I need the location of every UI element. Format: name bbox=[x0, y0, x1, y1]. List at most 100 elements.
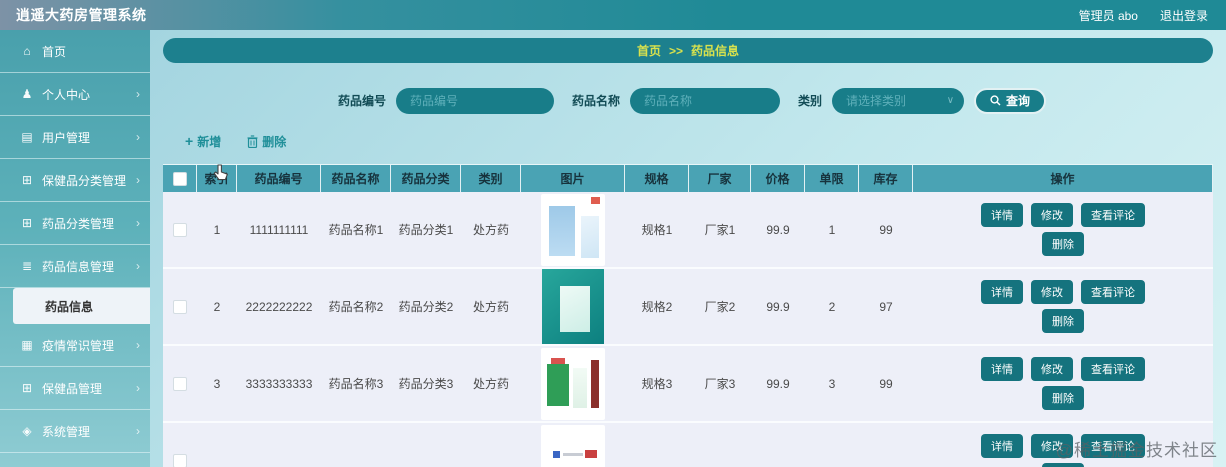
app-title: 逍遥大药房管理系统 bbox=[16, 7, 147, 23]
delete-button[interactable]: 删除 bbox=[1042, 386, 1084, 410]
category-select[interactable]: 请选择类别 ∨ bbox=[832, 87, 965, 114]
search-icon bbox=[990, 95, 1001, 106]
delete-button[interactable]: 删除 bbox=[1042, 232, 1084, 256]
sidebar-item[interactable]: ▤ 用户管理 bbox=[0, 116, 150, 159]
chevron-down-icon: ∨ bbox=[946, 95, 955, 106]
detail-button[interactable]: 详情 bbox=[981, 434, 1023, 458]
card-icon: ▤ bbox=[21, 130, 33, 144]
column-header: 单限 bbox=[805, 165, 859, 192]
user-icon: ♟ bbox=[21, 87, 33, 101]
top-bar: 逍遥大药房管理系统 管理员 abo 退出登录 bbox=[0, 0, 1226, 30]
sidebar-item-wrap: ⊞ 药品分类管理 bbox=[0, 202, 150, 245]
home-icon: ⌂ bbox=[23, 44, 31, 58]
product-image bbox=[541, 193, 605, 266]
detail-button[interactable]: 详情 bbox=[981, 280, 1023, 304]
row-checkbox[interactable] bbox=[173, 222, 187, 237]
column-header: 药品编号 bbox=[237, 165, 321, 192]
sidebar-item-label: 用户管理 bbox=[42, 130, 91, 145]
logout-link[interactable]: 退出登录 bbox=[1160, 7, 1208, 24]
sidebar-item[interactable]: ⊞ 保健品分类管理 bbox=[0, 159, 150, 202]
cell-drug-code bbox=[237, 423, 321, 467]
sidebar-item-label: 个人中心 bbox=[42, 87, 91, 102]
add-button[interactable]: + 新增 bbox=[185, 133, 221, 150]
table-row: 2 2222222222 药品名称2 药品分类2 处方药 规格2 厂家2 99.… bbox=[163, 269, 1213, 346]
breadcrumb-current: 药品信息 bbox=[691, 44, 740, 58]
cell-drug-name: 药品名称1 bbox=[328, 223, 384, 237]
chevron-right-icon bbox=[136, 216, 140, 230]
view-comments-button[interactable]: 查看评论 bbox=[1081, 203, 1145, 227]
drug-code-input[interactable] bbox=[395, 87, 554, 114]
delete-button[interactable]: 删除 bbox=[1042, 309, 1084, 333]
row-checkbox[interactable] bbox=[173, 299, 187, 314]
column-header: 库存 bbox=[859, 165, 913, 192]
sidebar-item[interactable]: ▦ 疫情常识管理 bbox=[0, 324, 150, 367]
product-image bbox=[541, 347, 605, 420]
grid-icon: ⊞ bbox=[21, 173, 33, 187]
cell-drug-name bbox=[321, 423, 391, 467]
cell-index: 3 bbox=[213, 376, 221, 391]
chevron-right-icon bbox=[136, 424, 140, 438]
product-image bbox=[541, 424, 605, 467]
breadcrumb-separator: >> bbox=[668, 43, 683, 58]
sidebar-item[interactable]: ♟ 个人中心 bbox=[0, 73, 150, 116]
cell-spec: 规格1 bbox=[641, 223, 673, 237]
select-all-checkbox[interactable] bbox=[172, 171, 187, 186]
detail-button[interactable]: 详情 bbox=[981, 357, 1023, 381]
table-toolbar: + 新增 删除 bbox=[185, 130, 1226, 152]
cell-drug-category: 药品分类1 bbox=[398, 223, 454, 237]
column-header: 厂家 bbox=[689, 165, 751, 192]
chevron-right-icon bbox=[136, 173, 140, 187]
cell-price: 99.9 bbox=[766, 376, 790, 391]
column-header: 价格 bbox=[751, 165, 805, 192]
sidebar-submenu: 药品信息 bbox=[0, 288, 150, 324]
sidebar: ⌂ 首页 ♟ 个人中心 › ▤ 用户管理 › ⊞ 保健品分类管理 › ⊞ 药品分… bbox=[0, 30, 150, 467]
drug-name-input[interactable] bbox=[630, 87, 780, 114]
column-header: 操作 bbox=[913, 165, 1213, 192]
sidebar-item-label: 疫情常识管理 bbox=[42, 338, 115, 353]
edit-button[interactable]: 修改 bbox=[1031, 203, 1073, 227]
edit-button[interactable]: 修改 bbox=[1031, 357, 1073, 381]
sidebar-item[interactable]: ⊞ 订单管理 bbox=[0, 453, 150, 467]
sidebar-item[interactable]: ◈ 系统管理 bbox=[0, 410, 150, 453]
sidebar-item-wrap: ≣ 药品信息管理 药品信息 bbox=[0, 245, 150, 324]
cell-spec: 规格3 bbox=[641, 377, 673, 391]
sidebar-item-wrap: ⊞ 保健品管理 bbox=[0, 367, 150, 410]
sidebar-item-label: 药品信息管理 bbox=[42, 259, 115, 274]
cell-price bbox=[751, 423, 805, 467]
cell-stock: 99 bbox=[879, 376, 893, 391]
cell-index: 2 bbox=[213, 299, 221, 314]
cell-stock bbox=[859, 423, 913, 467]
query-button[interactable]: 查询 bbox=[974, 87, 1047, 114]
batch-delete-button[interactable]: 删除 bbox=[247, 133, 286, 150]
select-all-cell bbox=[163, 165, 197, 192]
cell-price: 99.9 bbox=[766, 222, 790, 237]
view-comments-button[interactable]: 查看评论 bbox=[1081, 357, 1145, 381]
cell-type: 处方药 bbox=[472, 377, 509, 391]
category-label: 类别 bbox=[798, 94, 823, 108]
cell-spec bbox=[625, 423, 689, 467]
column-header: 图片 bbox=[521, 165, 625, 192]
view-comments-button[interactable]: 查看评论 bbox=[1081, 280, 1145, 304]
sidebar-item-label: 首页 bbox=[42, 44, 67, 59]
row-checkbox[interactable] bbox=[173, 376, 187, 391]
sidebar-item-label: 系统管理 bbox=[42, 424, 91, 439]
product-image bbox=[542, 269, 604, 344]
sidebar-item[interactable]: ≣ 药品信息管理 bbox=[0, 245, 150, 288]
sidebar-item[interactable]: ⊞ 保健品管理 bbox=[0, 367, 150, 410]
sidebar-item[interactable]: ⊞ 药品分类管理 bbox=[0, 202, 150, 245]
cell-drug-category: 药品分类3 bbox=[398, 377, 454, 391]
drug-code-label: 药品编号 bbox=[337, 94, 386, 108]
cell-type: 处方药 bbox=[472, 223, 509, 237]
breadcrumb-home-link[interactable]: 首页 bbox=[637, 42, 661, 59]
detail-button[interactable]: 详情 bbox=[981, 203, 1023, 227]
sidebar-item[interactable]: ⌂ 首页 bbox=[0, 30, 150, 73]
cell-actions: 详情 修改 查看评论 删除 bbox=[913, 192, 1213, 267]
chevron-right-icon bbox=[136, 87, 140, 101]
delete-button[interactable]: 删除 bbox=[1042, 463, 1084, 467]
edit-button[interactable]: 修改 bbox=[1031, 280, 1073, 304]
cell-limit bbox=[805, 423, 859, 467]
cell-factory: 厂家1 bbox=[704, 223, 736, 237]
cell-price: 99.9 bbox=[766, 299, 790, 314]
sidebar-subitem-drug-info[interactable]: 药品信息 bbox=[13, 288, 150, 324]
row-checkbox[interactable] bbox=[173, 453, 187, 467]
